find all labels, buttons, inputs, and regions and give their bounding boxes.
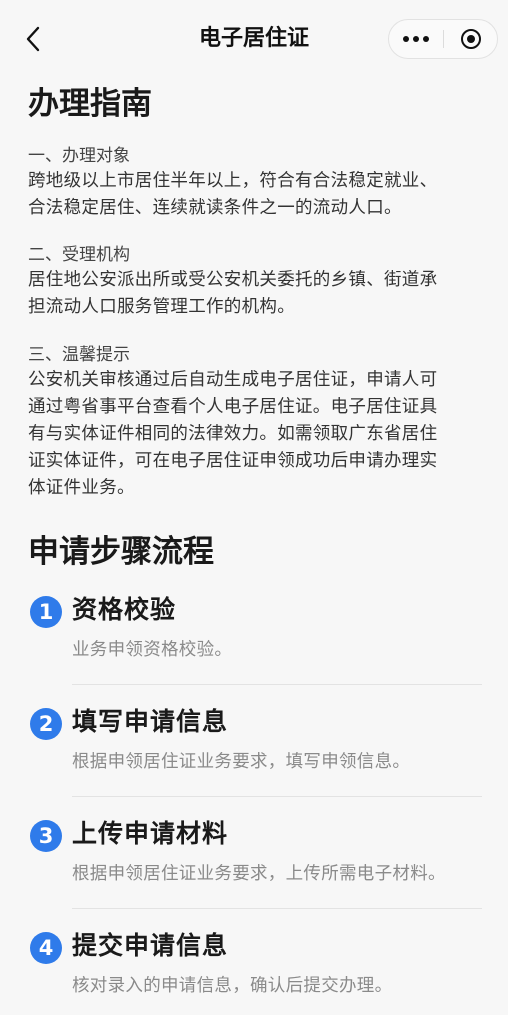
section-title-tips: 三、温馨提示 (28, 345, 130, 365)
capsule-divider (443, 30, 444, 48)
step-description: 根据申领居住证业务要求，填写申领信息。 (72, 752, 411, 772)
step-number-badge: 2 (30, 708, 62, 740)
step-description: 业务申领资格校验。 (72, 640, 233, 660)
step-divider (72, 796, 482, 797)
step-number-badge: 1 (30, 596, 62, 628)
step-title: 填写申请信息 (72, 707, 229, 736)
section-body-agency: 居住地公安派出所或受公安机关委托的乡镇、街道承 担流动人口服务管理工作的机构。 (28, 270, 438, 317)
step-description: 核对录入的申请信息，确认后提交办理。 (72, 976, 393, 996)
step-description: 根据申领居住证业务要求，上传所需电子材料。 (72, 864, 446, 884)
section-title-agency: 二、受理机构 (28, 245, 130, 265)
mini-program-capsule (388, 19, 498, 59)
target-circle-icon (461, 29, 481, 49)
guide-heading: 办理指南 (28, 86, 152, 122)
step-title: 资格校验 (72, 595, 177, 624)
more-button[interactable] (389, 20, 443, 58)
step-divider (72, 684, 482, 685)
step-title: 上传申请材料 (72, 819, 229, 848)
step-number-badge: 4 (30, 932, 62, 964)
close-button[interactable] (445, 20, 497, 58)
step-number-badge: 3 (30, 820, 62, 852)
step-title: 提交申请信息 (72, 931, 229, 960)
step-divider (72, 908, 482, 909)
section-body-target: 跨地级以上市居住半年以上，符合有合法稳定就业、 合法稳定居住、连续就读条件之一的… (28, 171, 438, 218)
more-dots-icon (401, 36, 431, 42)
navigation-bar: 电子居住证 (0, 0, 508, 76)
section-title-target: 一、办理对象 (28, 146, 130, 166)
process-heading: 申请步骤流程 (28, 534, 214, 570)
section-body-tips: 公安机关审核通过后自动生成电子居住证，申请人可 通过粤省事平台查看个人电子居住证… (28, 370, 438, 498)
